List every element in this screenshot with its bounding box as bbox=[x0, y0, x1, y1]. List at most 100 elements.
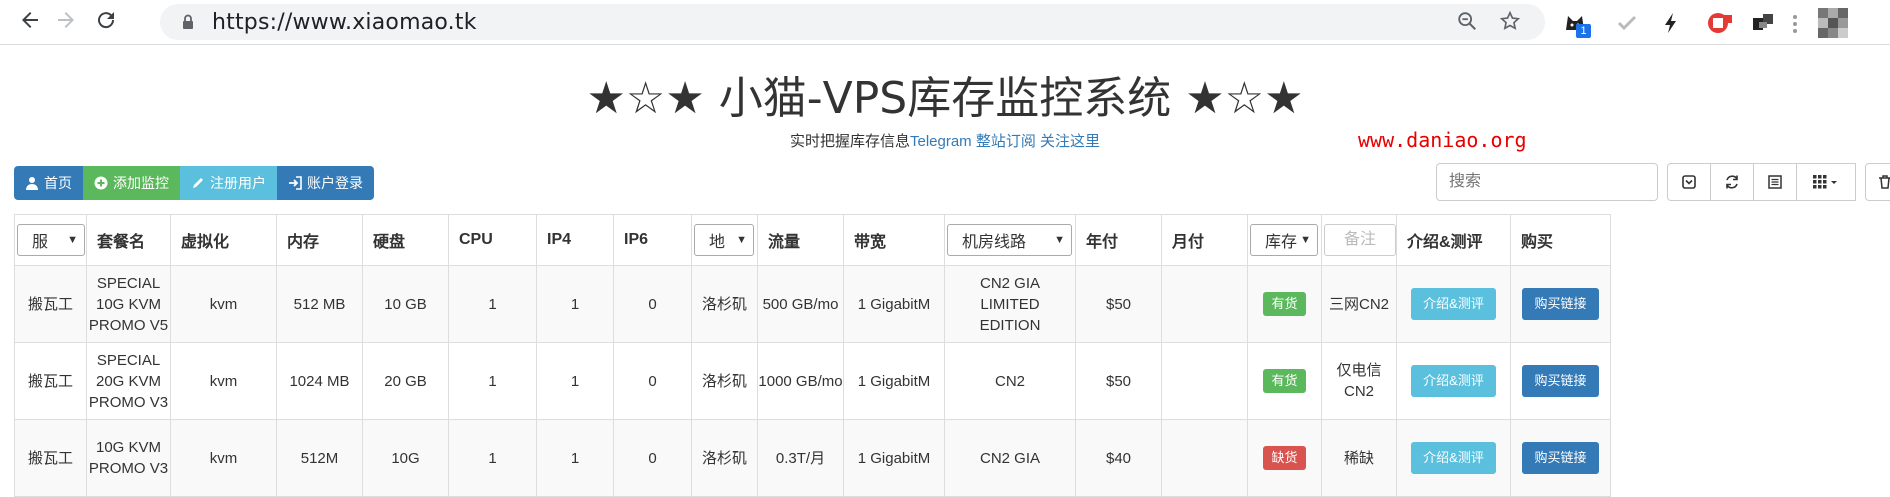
ip4-cell: 1 bbox=[536, 419, 614, 497]
virt-header[interactable]: 虚拟化 bbox=[170, 214, 277, 266]
search-input[interactable] bbox=[1436, 163, 1658, 201]
ip4-cell: 1 bbox=[536, 265, 614, 343]
address-bar[interactable]: https://www.xiaomao.tk bbox=[160, 4, 1545, 40]
plan-cell: SPECIAL 10G KVM PROMO V5 bbox=[86, 265, 171, 343]
location-cell: 洛杉矶 bbox=[691, 265, 758, 343]
table-row: 搬瓦工 10G KVM PROMO V3 kvm 512M 10G 1 1 0 … bbox=[14, 419, 1611, 497]
cpu-header[interactable]: CPU bbox=[448, 214, 537, 266]
provider-filter-select[interactable]: 服 ▼ bbox=[17, 224, 85, 256]
page-title: ★☆★ 小猫-VPS库存监控系统 ★☆★ bbox=[586, 73, 1304, 124]
delete-button[interactable] bbox=[1865, 163, 1890, 201]
buy-link-button[interactable]: 购买链接 bbox=[1522, 442, 1599, 474]
review-button[interactable]: 介绍&测评 bbox=[1411, 365, 1496, 397]
login-button[interactable]: 账户登录 bbox=[277, 166, 374, 200]
table-row: 搬瓦工 SPECIAL 20G KVM PROMO V3 kvm 1024 MB… bbox=[14, 342, 1611, 420]
plan-cell: SPECIAL 20G KVM PROMO V3 bbox=[86, 342, 171, 420]
virt-cell: kvm bbox=[170, 342, 277, 420]
traffic-cell: 1000 GB/mo bbox=[757, 342, 844, 420]
refresh-icon bbox=[1726, 175, 1738, 189]
disk-cell: 10 GB bbox=[362, 265, 449, 343]
provider-filter-label: 服 bbox=[32, 234, 49, 251]
add-monitor-label: 添加监控 bbox=[113, 175, 169, 191]
review-button[interactable]: 介绍&测评 bbox=[1411, 442, 1496, 474]
buy-cell: 购买链接 bbox=[1510, 342, 1611, 420]
location-filter-select[interactable]: 地 ▼ bbox=[694, 224, 754, 256]
home-button[interactable]: 首页 bbox=[14, 166, 83, 200]
columns-dropdown-button[interactable] bbox=[1796, 163, 1856, 201]
review-cell: 介绍&测评 bbox=[1396, 419, 1511, 497]
toggle-pagination-button[interactable] bbox=[1667, 163, 1711, 201]
dropdown-arrow-icon: ▼ bbox=[1054, 234, 1065, 246]
provider-header: 服 ▼ bbox=[14, 214, 87, 266]
buy-link-button[interactable]: 购买链接 bbox=[1522, 288, 1599, 320]
bandwidth-header[interactable]: 带宽 bbox=[843, 214, 945, 266]
grid-columns-icon bbox=[1813, 175, 1837, 189]
stock-filter-label: 库存 bbox=[1265, 234, 1298, 251]
lightning-extension-icon[interactable] bbox=[1658, 10, 1684, 36]
monthly-header[interactable]: 月付 bbox=[1161, 214, 1248, 266]
check-extension-icon[interactable] bbox=[1614, 10, 1640, 36]
cat-extension-icon[interactable]: 1 bbox=[1562, 10, 1591, 38]
profile-avatar-icon[interactable] bbox=[1818, 8, 1848, 38]
more-menu-icon[interactable] bbox=[1792, 14, 1818, 40]
provider-link[interactable]: 搬瓦工 bbox=[14, 419, 87, 497]
review-button[interactable]: 介绍&测评 bbox=[1411, 288, 1496, 320]
register-label: 注册用户 bbox=[210, 175, 266, 191]
extension-badge: 1 bbox=[1576, 24, 1591, 38]
note-header: 备注 bbox=[1321, 214, 1397, 266]
back-arrow-icon[interactable] bbox=[16, 8, 44, 36]
forward-arrow-icon[interactable] bbox=[52, 8, 80, 36]
route-cell: CN2 GIA LIMITED EDITION bbox=[944, 265, 1076, 343]
virt-cell: kvm bbox=[170, 265, 277, 343]
stock-filter-select[interactable]: 库存 ▼ bbox=[1250, 224, 1318, 256]
subtitle-text: 实时把握库存信息 bbox=[789, 133, 910, 150]
buy-header[interactable]: 购买 bbox=[1510, 214, 1611, 266]
url-text: https://www.xiaomao.tk bbox=[212, 10, 477, 35]
ip6-cell: 0 bbox=[613, 265, 692, 343]
toggle-view-button[interactable] bbox=[1753, 163, 1797, 201]
cpu-cell: 1 bbox=[448, 419, 537, 497]
bandwidth-cell: 1 GigabitM bbox=[843, 342, 945, 420]
traffic-header[interactable]: 流量 bbox=[757, 214, 844, 266]
zoom-icon[interactable] bbox=[1455, 10, 1479, 34]
home-button-label: 首页 bbox=[44, 175, 72, 191]
review-cell: 介绍&测评 bbox=[1396, 265, 1511, 343]
provider-link[interactable]: 搬瓦工 bbox=[14, 265, 87, 343]
buy-cell: 购买链接 bbox=[1510, 419, 1611, 497]
table-row: 搬瓦工 SPECIAL 10G KVM PROMO V5 kvm 512 MB … bbox=[14, 265, 1611, 343]
route-header: 机房线路 ▼ bbox=[944, 214, 1076, 266]
browser-toolbar: https://www.xiaomao.tk 1 bbox=[0, 0, 1890, 45]
yearly-cell: $50 bbox=[1075, 342, 1162, 420]
bookmark-star-icon[interactable] bbox=[1498, 10, 1522, 34]
bandwidth-cell: 1 GigabitM bbox=[843, 265, 945, 343]
note-filter-input[interactable]: 备注 bbox=[1324, 224, 1396, 256]
route-filter-select[interactable]: 机房线路 ▼ bbox=[947, 224, 1072, 256]
page-subtitle: 实时把握库存信息Telegram 整站订阅 关注这里 bbox=[0, 130, 1890, 151]
monthly-cell bbox=[1161, 342, 1248, 420]
stock-header: 库存 ▼ bbox=[1247, 214, 1322, 266]
provider-link[interactable]: 搬瓦工 bbox=[14, 342, 87, 420]
add-monitor-button[interactable]: 添加监控 bbox=[83, 166, 180, 200]
pixel-extension-icon[interactable] bbox=[1750, 10, 1776, 36]
disk-header[interactable]: 硬盘 bbox=[362, 214, 449, 266]
telegram-subscribe-link[interactable]: Telegram 整站订阅 关注这里 bbox=[910, 133, 1100, 150]
ip4-cell: 1 bbox=[536, 342, 614, 420]
ip6-header[interactable]: IP6 bbox=[613, 214, 692, 266]
buy-link-button[interactable]: 购买链接 bbox=[1522, 365, 1599, 397]
review-header[interactable]: 介绍&测评 bbox=[1396, 214, 1511, 266]
red-extension-icon[interactable] bbox=[1706, 10, 1732, 36]
note-cell: 稀缺 bbox=[1321, 419, 1397, 497]
register-button[interactable]: 注册用户 bbox=[180, 166, 277, 200]
yearly-header[interactable]: 年付 bbox=[1075, 214, 1162, 266]
pencil-icon bbox=[193, 178, 203, 188]
refresh-button[interactable] bbox=[1710, 163, 1754, 201]
location-filter-label: 地 bbox=[709, 234, 726, 251]
reload-icon[interactable] bbox=[92, 8, 120, 36]
ram-header[interactable]: 内存 bbox=[276, 214, 363, 266]
trash-icon bbox=[1879, 175, 1890, 189]
table-tool-group bbox=[1667, 163, 1856, 201]
vps-stock-table: 服 ▼ 套餐名 虚拟化 内存 硬盘 CPU IP4 IP6 地 ▼ 流量 带宽 机房… bbox=[14, 214, 1611, 497]
plan-header[interactable]: 套餐名 bbox=[86, 214, 171, 266]
ip4-header[interactable]: IP4 bbox=[536, 214, 614, 266]
yearly-cell: $50 bbox=[1075, 265, 1162, 343]
